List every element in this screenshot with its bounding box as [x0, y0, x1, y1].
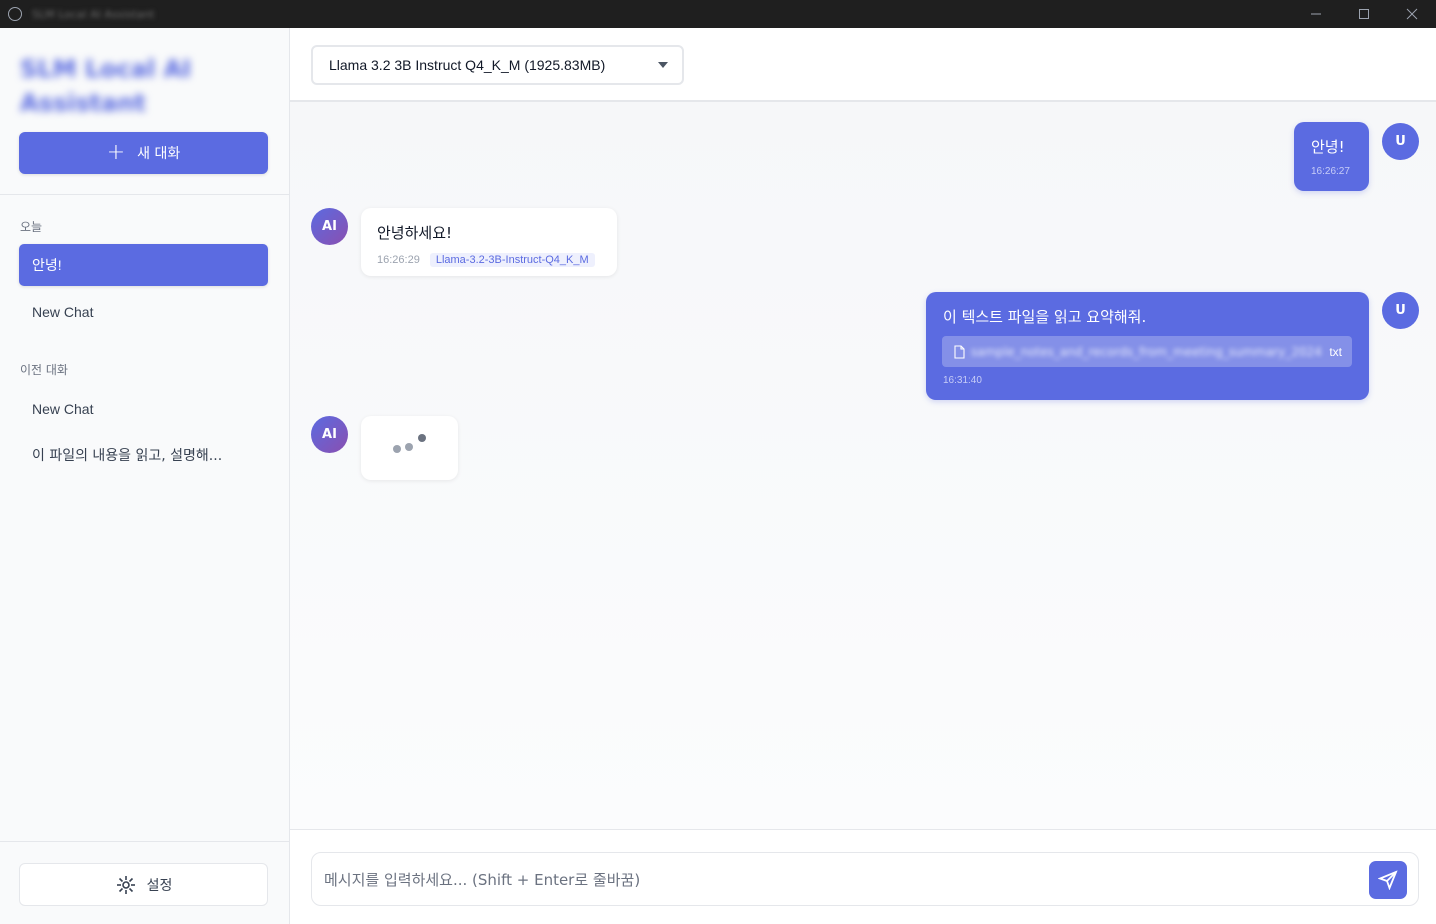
- message-input[interactable]: [324, 867, 1354, 893]
- typing-dot: [418, 434, 426, 442]
- message-text: 안녕하세요!: [377, 224, 453, 242]
- maximize-icon: [1359, 9, 1369, 19]
- chevron-down-icon: [658, 62, 668, 68]
- conversation-item[interactable]: 이 파일의 내용을 읽고, 설명해...: [19, 434, 268, 476]
- user-avatar: U: [1382, 292, 1419, 329]
- typing-dot: [405, 443, 413, 451]
- ai-typing-indicator: [361, 416, 458, 480]
- close-window-button[interactable]: [1388, 0, 1436, 28]
- window-titlebar: SLM Local AI Assistant: [0, 0, 1436, 28]
- file-extension: txt: [1329, 344, 1342, 359]
- new-chat-label: 새 대화: [137, 146, 181, 162]
- plus-icon: +: [106, 140, 126, 165]
- maximize-button[interactable]: [1340, 0, 1388, 28]
- ai-avatar: AI: [311, 208, 348, 245]
- settings-icon: [116, 875, 135, 894]
- send-button[interactable]: [1369, 861, 1407, 899]
- ai-avatar: AI: [311, 416, 348, 453]
- send-icon: [1378, 870, 1398, 890]
- user-message: 이 텍스트 파일을 읽고 요약해줘. sample_notes_and_reco…: [926, 292, 1369, 400]
- file-attachment[interactable]: sample_notes_and_records_from_meeting_su…: [942, 336, 1352, 367]
- file-name: sample_notes_and_records_from_meeting_su…: [971, 344, 1322, 359]
- typing-dot: [393, 445, 401, 453]
- message-composer: [290, 829, 1436, 924]
- model-select[interactable]: Llama 3.2 3B Instruct Q4_K_M (1925.83MB): [311, 45, 684, 85]
- conversation-item-active[interactable]: 안녕!: [19, 244, 268, 286]
- section-label-previous: 이전 대화: [20, 363, 68, 377]
- message-time: 16:31:40: [943, 375, 982, 386]
- user-avatar: U: [1382, 123, 1419, 160]
- app-brand: SLM Local AI Assistant: [20, 55, 192, 117]
- message-time: 16:26:27: [1311, 166, 1350, 177]
- settings-button[interactable]: 설정: [19, 863, 268, 906]
- model-select-value: Llama 3.2 3B Instruct Q4_K_M (1925.83MB): [329, 57, 606, 73]
- section-label-today: 오늘: [20, 220, 43, 234]
- user-message: 안녕! 16:26:27: [1294, 122, 1369, 191]
- window-controls: [1292, 0, 1436, 28]
- sidebar: SLM Local AI Assistant + 새 대화 오늘 안녕! New…: [0, 28, 290, 924]
- chat-messages: 안녕! 16:26:27 U AI 안녕하세요! 16:26:29 Llama-3…: [290, 102, 1436, 829]
- message-meta: 16:26:29 Llama-3.2-3B-Instruct-Q4_K_M: [377, 248, 595, 267]
- model-tag: Llama-3.2-3B-Instruct-Q4_K_M: [429, 253, 595, 267]
- conversation-item[interactable]: New Chat: [19, 388, 268, 430]
- app-icon: [8, 7, 22, 21]
- sidebar-divider: [0, 194, 290, 195]
- main-header: Llama 3.2 3B Instruct Q4_K_M (1925.83MB): [290, 28, 1436, 102]
- sidebar-bottom-divider: [0, 841, 290, 842]
- minimize-button[interactable]: [1292, 0, 1340, 28]
- conversation-item[interactable]: New Chat: [19, 291, 268, 333]
- file-icon: [954, 344, 965, 359]
- window-title: SLM Local AI Assistant: [32, 7, 155, 21]
- message-text: 안녕!: [1311, 138, 1345, 156]
- new-chat-button[interactable]: + 새 대화: [19, 132, 268, 174]
- message-time: 16:26:29: [377, 254, 420, 266]
- message-text: 이 텍스트 파일을 읽고 요약해줘.: [943, 308, 1147, 326]
- minimize-icon: [1311, 13, 1321, 15]
- ai-message: 안녕하세요! 16:26:29 Llama-3.2-3B-Instruct-Q4_…: [361, 208, 617, 276]
- message-input-box: [311, 852, 1419, 906]
- close-icon: [1406, 8, 1418, 20]
- settings-label: 설정: [146, 877, 173, 894]
